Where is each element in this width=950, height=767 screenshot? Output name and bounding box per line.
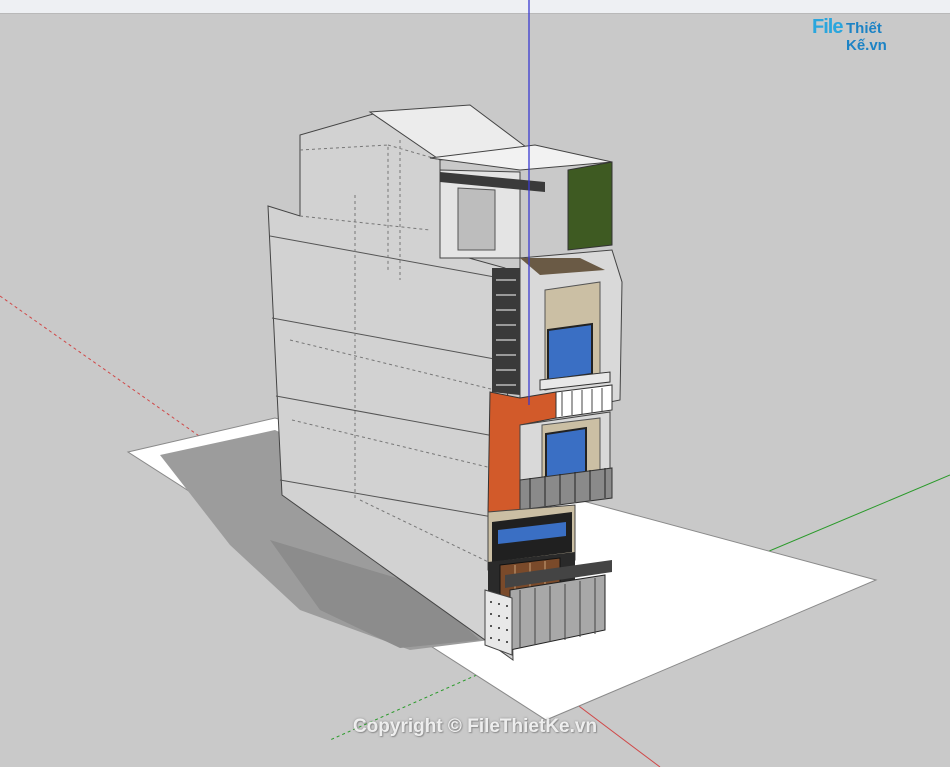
window-third-floor[interactable]: [547, 322, 593, 382]
sketchup-viewport[interactable]: File Thiết Kế.vn Copyright © FileThietKe…: [0, 0, 950, 767]
lattice-screen: [492, 268, 520, 395]
green-wall: [567, 161, 613, 251]
copyright-watermark: Copyright © FileThietKe.vn: [352, 716, 598, 737]
terrace-opening: [457, 187, 496, 251]
perforated-wall: [484, 589, 513, 656]
logo-file-text: File: [812, 16, 843, 38]
model-scene[interactable]: [0, 0, 950, 767]
window-second-floor[interactable]: [545, 426, 587, 480]
logo-site-text: Thiết Kế.vn: [846, 20, 887, 54]
filethietke-logo: File Thiết Kế.vn: [812, 14, 924, 54]
